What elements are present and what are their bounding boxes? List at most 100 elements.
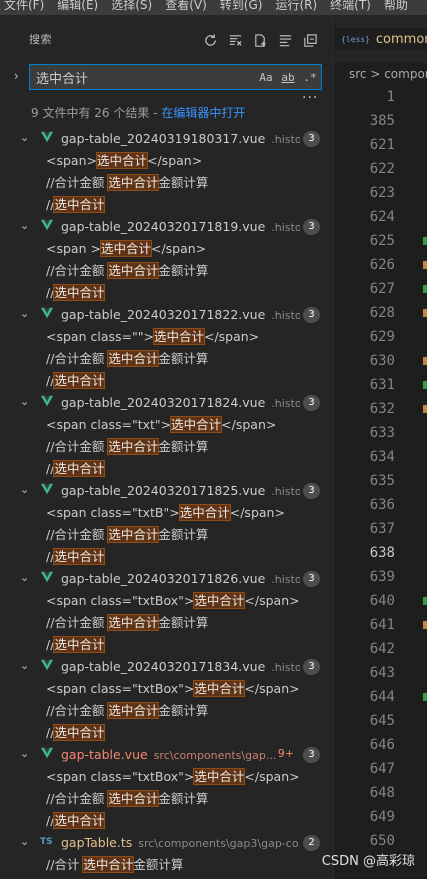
line-number[interactable]: 637 — [335, 517, 427, 541]
line-number[interactable]: 646 — [335, 733, 427, 757]
result-match-row[interactable]: <span >选中合计</span> — [0, 238, 334, 260]
line-number[interactable]: 635 — [335, 469, 427, 493]
match-context: //合计金额 — [46, 615, 109, 630]
line-number[interactable]: 633 — [335, 421, 427, 445]
result-file-row[interactable]: ⌄gap-table_20240319180317.vue.history\..… — [0, 128, 334, 150]
result-match-row[interactable]: <span class="txt">选中合计</span> — [0, 414, 334, 436]
view-as-tree-icon[interactable] — [276, 31, 294, 49]
result-file-row[interactable]: ⌄gap-table_20240320171819.vue.history\..… — [0, 216, 334, 238]
line-number[interactable]: 623 — [335, 181, 427, 205]
result-match-row[interactable]: //合计金额 选中合计金额计算 — [0, 348, 334, 370]
result-match-row[interactable]: //选中合计 — [0, 370, 334, 392]
result-match-row[interactable]: <span>选中合计</span> — [0, 150, 334, 172]
result-match-row[interactable]: <span class="txtBox">选中合计</span> — [0, 678, 334, 700]
menu-item[interactable]: 编辑(E) — [53, 0, 107, 13]
open-in-editor-link[interactable]: 在编辑器中打开 — [161, 106, 245, 120]
line-number[interactable]: 639 — [335, 565, 427, 589]
line-number[interactable]: 648 — [335, 781, 427, 805]
match-context: 金额计算 — [158, 351, 209, 366]
line-number[interactable]: 634 — [335, 445, 427, 469]
line-number[interactable]: 627 — [335, 277, 427, 301]
menu-item[interactable]: 转到(G) — [216, 0, 272, 13]
line-number[interactable]: 628 — [335, 301, 427, 325]
menu-item[interactable]: 选择(S) — [107, 0, 161, 13]
result-file-row[interactable]: ⌄gap-table_20240320171822.vue.history\..… — [0, 304, 334, 326]
menu-item[interactable]: 文件(F) — [0, 0, 53, 13]
line-number[interactable]: 621 — [335, 133, 427, 157]
line-number[interactable]: 647 — [335, 757, 427, 781]
result-match-row[interactable]: //选中合计 — [0, 546, 334, 568]
line-number[interactable]: 622 — [335, 157, 427, 181]
result-match-row[interactable]: //选中合计 — [0, 282, 334, 304]
regex-toggle[interactable]: .* — [299, 71, 321, 84]
result-match-row[interactable]: //合计金额 选中合计金额计算 — [0, 524, 334, 546]
result-file-name: gap-table_20240320171822.vue .history\... — [61, 307, 300, 322]
line-number[interactable]: 385 — [335, 109, 427, 133]
breadcrumb[interactable]: src > compon — [335, 63, 427, 85]
result-match-row[interactable]: <span class="">选中合计</span> — [0, 326, 334, 348]
result-match-row[interactable]: <span class="txtB">选中合计</span> — [0, 502, 334, 524]
menu-item[interactable]: 运行(R) — [271, 0, 326, 13]
line-number[interactable]: 645 — [335, 709, 427, 733]
whole-word-toggle[interactable]: ab — [277, 71, 299, 84]
result-match-row[interactable]: <span class="txtBox">选中合计</span> — [0, 590, 334, 612]
line-number[interactable]: 644 — [335, 685, 427, 709]
editor-tab-common-less[interactable]: {less} common.le — [335, 28, 427, 50]
match-case-toggle[interactable]: Aa — [255, 71, 277, 84]
editor-tab-bar: {less} common.le — [335, 15, 427, 63]
line-number[interactable]: 1 — [335, 85, 427, 109]
result-match-row[interactable]: //合计金额 选中合计金额计算 — [0, 612, 334, 634]
result-file-row[interactable]: ⌄ gap-table.vue src\components\gap... 9+ 3 — [0, 744, 334, 766]
line-number[interactable]: 625 — [335, 229, 427, 253]
more-options-icon[interactable]: ··· — [302, 90, 318, 106]
line-number[interactable]: 626 — [335, 253, 427, 277]
result-file-row[interactable]: ⌄ TS gapTable.ts src\components\gap3\gap-co… — [0, 832, 334, 854]
result-match-row[interactable]: //合计金额 选中合计金额计算 — [0, 260, 334, 282]
result-match-row[interactable]: //选中合计 — [0, 458, 334, 480]
menu-item[interactable]: 帮助 — [380, 0, 417, 13]
line-number[interactable]: 642 — [335, 637, 427, 661]
result-match-row[interactable]: //选中合计 — [0, 634, 334, 656]
line-number[interactable]: 632 — [335, 397, 427, 421]
result-match-row[interactable]: //合计 选中合计金额计算 — [0, 854, 334, 876]
line-number[interactable]: 629 — [335, 325, 427, 349]
line-number-gutter: 1 385 621 622 623 624 625 626 627 628 629 630 631 632… — [335, 85, 427, 853]
result-file-row[interactable]: ⌄gap-table_20240320171825.vue.history\..… — [0, 480, 334, 502]
change-marker — [423, 357, 427, 365]
result-match-row[interactable]: //选中合计 — [0, 810, 334, 832]
result-match-row[interactable]: //选中合计 — [0, 722, 334, 744]
result-match-row[interactable]: //合计金额 选中合计金额计算 — [0, 436, 334, 458]
menu-item[interactable]: 终端(T) — [326, 0, 380, 13]
line-number[interactable]: 649 — [335, 805, 427, 829]
menu-item[interactable]: 查看(V) — [161, 0, 216, 13]
result-file-row[interactable]: ⌄gap-table_20240320171826.vue.history\..… — [0, 568, 334, 590]
match-context: //合计金额 — [46, 703, 109, 718]
match-highlight: 选中合计 — [53, 196, 106, 213]
result-file-row[interactable]: ⌄gap-table_20240320171834.vue.history\..… — [0, 656, 334, 678]
result-file-row[interactable]: ⌄gap-table_20240320171824.vue.history\..… — [0, 392, 334, 414]
new-search-editor-icon[interactable] — [251, 31, 269, 49]
match-context: //合计金额 — [46, 527, 109, 542]
result-match-row[interactable]: //合计金额 选中合计金额计算 — [0, 700, 334, 722]
line-number[interactable]: 631 — [335, 373, 427, 397]
refresh-icon[interactable] — [201, 31, 219, 49]
match-context: </span> — [244, 593, 300, 608]
result-match-row[interactable]: //合计金额 选中合计金额计算 — [0, 788, 334, 810]
line-number[interactable]: 641 — [335, 613, 427, 637]
line-number[interactable]: 636 — [335, 493, 427, 517]
result-match-row[interactable]: <span class="txtBox">选中合计</span> — [0, 766, 334, 788]
clear-results-icon[interactable] — [226, 31, 244, 49]
toggle-replace-chevron-icon[interactable]: › — [14, 69, 24, 83]
search-input[interactable] — [30, 65, 255, 89]
match-highlight: 选中合计 — [107, 438, 160, 455]
match-highlight: 选中合计 — [178, 504, 231, 521]
line-number[interactable]: 643 — [335, 661, 427, 685]
line-number[interactable]: 638 — [335, 541, 427, 565]
line-number[interactable]: 640 — [335, 589, 427, 613]
result-match-row[interactable]: //选中合计 — [0, 194, 334, 216]
line-number[interactable]: 630 — [335, 349, 427, 373]
collapse-all-icon[interactable] — [301, 31, 319, 49]
result-match-row[interactable]: //合计金额 选中合计金额计算 — [0, 172, 334, 194]
file-name-text: gap-table_20240320171825.vue — [61, 483, 266, 498]
line-number[interactable]: 624 — [335, 205, 427, 229]
